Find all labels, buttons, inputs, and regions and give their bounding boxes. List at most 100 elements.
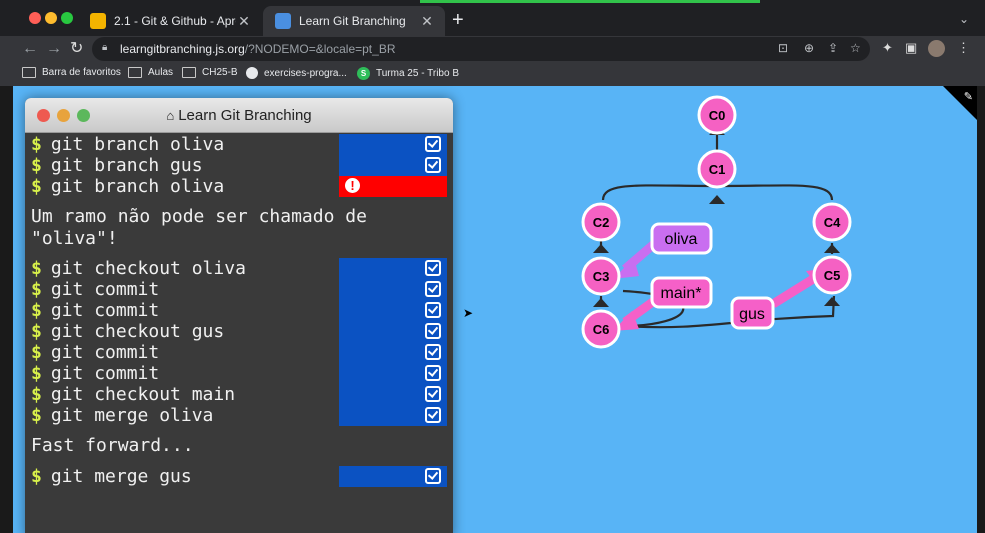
bookmark-exercises[interactable]: exercises-progra... bbox=[246, 67, 347, 79]
chevron-down-icon[interactable]: ⌄ bbox=[959, 12, 969, 26]
back-icon[interactable]: ← bbox=[22, 39, 38, 59]
command-line: $ git commit bbox=[31, 342, 160, 363]
status-ok bbox=[339, 155, 447, 176]
command-line: $ git commit bbox=[31, 363, 160, 384]
new-tab-button[interactable]: + bbox=[452, 10, 464, 30]
tab-strip: 2.1 - Git & Github - Apresentaç ✕ Learn … bbox=[0, 0, 985, 36]
status-ok bbox=[339, 405, 447, 426]
status-ok bbox=[339, 342, 447, 363]
status-ok bbox=[339, 363, 447, 384]
status-ok bbox=[339, 466, 447, 487]
command-line: $ git branch oliva bbox=[31, 176, 225, 197]
error-message: Um ramo não pode ser chamado de bbox=[31, 206, 367, 227]
page-content: ✎ C0 C1 C2 C3 C6 C4 C5 oliva main* gus ⌂… bbox=[13, 86, 977, 533]
node-label: C5 bbox=[824, 268, 841, 283]
node-label: C1 bbox=[709, 162, 726, 177]
branch-arrow-gus bbox=[770, 272, 821, 308]
tab-apresentacao[interactable]: 2.1 - Git & Github - Apresentaç ✕ bbox=[78, 6, 262, 36]
translate-icon[interactable]: ⊡ bbox=[778, 41, 788, 55]
branch-labels: oliva main* gus bbox=[650, 222, 775, 330]
status-ok bbox=[339, 134, 447, 155]
node-label: C6 bbox=[593, 322, 610, 337]
reload-icon[interactable]: ↻ bbox=[70, 39, 83, 59]
command-line: $ git branch oliva bbox=[31, 134, 225, 155]
branch-name-gus: gus bbox=[739, 306, 765, 323]
close-tab-icon[interactable]: ✕ bbox=[236, 13, 252, 30]
status-error: ! bbox=[339, 176, 447, 197]
command-line: $ git merge gus bbox=[31, 466, 192, 487]
extensions-icon[interactable]: ✦ bbox=[882, 40, 893, 56]
check-icon bbox=[425, 468, 441, 484]
url-text[interactable]: learngitbranching.js.org/?NODEMO=&locale… bbox=[120, 42, 395, 56]
folder-icon bbox=[22, 67, 36, 78]
arrowhead bbox=[593, 244, 609, 253]
command-line: $ git branch gus bbox=[31, 155, 203, 176]
home-icon: ⌂ bbox=[166, 108, 175, 123]
node-label: C4 bbox=[824, 215, 841, 230]
minimize-window-button[interactable] bbox=[45, 12, 57, 24]
address-bar[interactable]: 🔒︎ learngitbranching.js.org/?NODEMO=&loc… bbox=[92, 37, 870, 61]
browser-toolbar: ← → ↻ 🔒︎ learngitbranching.js.org/?NODEM… bbox=[0, 36, 985, 62]
lock-icon[interactable]: 🔒︎ bbox=[102, 42, 107, 53]
folder-icon bbox=[182, 67, 196, 78]
command-line: $ git checkout main bbox=[31, 384, 236, 405]
arrowhead bbox=[824, 244, 840, 253]
bookmark-turma[interactable]: S Turma 25 - Tribo B bbox=[357, 67, 459, 80]
close-tab-icon[interactable]: ✕ bbox=[419, 13, 435, 30]
error-message: "oliva"! bbox=[31, 228, 118, 249]
bookmark-ch25b[interactable]: CH25-B bbox=[182, 67, 238, 78]
check-icon bbox=[425, 407, 441, 423]
check-icon bbox=[425, 323, 441, 339]
check-icon bbox=[425, 281, 441, 297]
slides-icon bbox=[90, 13, 106, 29]
share-icon[interactable]: ⇪ bbox=[828, 41, 838, 55]
terminal-titlebar: ⌂ Learn Git Branching bbox=[25, 98, 453, 133]
info-message: Fast forward... bbox=[31, 435, 194, 456]
check-icon bbox=[425, 344, 441, 360]
status-ok bbox=[339, 258, 447, 279]
status-ok bbox=[339, 321, 447, 342]
bookmark-favoritos[interactable]: Barra de favoritos bbox=[22, 67, 121, 78]
command-line: $ git checkout gus bbox=[31, 321, 225, 342]
loading-bar bbox=[420, 0, 760, 3]
tab-learn-git-branching[interactable]: Learn Git Branching ✕ bbox=[263, 6, 445, 36]
avatar[interactable] bbox=[928, 40, 945, 57]
check-icon bbox=[425, 302, 441, 318]
side-panel-icon[interactable]: ▣ bbox=[905, 40, 917, 56]
bookmark-aulas[interactable]: Aulas bbox=[128, 67, 173, 78]
arrowhead bbox=[709, 195, 725, 204]
bookmarks-bar: Barra de favoritos Aulas CH25-B exercise… bbox=[0, 62, 985, 87]
branch-name-main: main* bbox=[661, 285, 702, 302]
branch-name-oliva: oliva bbox=[665, 231, 698, 248]
mouse-cursor-icon: ➤ bbox=[463, 306, 474, 320]
arrowhead bbox=[824, 297, 840, 306]
tab-title: Learn Git Branching bbox=[299, 14, 406, 28]
folder-icon bbox=[128, 67, 142, 78]
node-label: C3 bbox=[593, 269, 610, 284]
check-icon bbox=[425, 157, 441, 173]
left-gutter bbox=[0, 86, 13, 533]
forward-icon[interactable]: → bbox=[46, 39, 62, 59]
arrowhead bbox=[593, 298, 609, 307]
terminal-title: ⌂ Learn Git Branching bbox=[166, 107, 312, 124]
check-icon bbox=[425, 260, 441, 276]
github-icon bbox=[246, 67, 258, 79]
maximize-window-button[interactable] bbox=[61, 12, 73, 24]
close-window-button[interactable] bbox=[29, 12, 41, 24]
check-icon bbox=[425, 386, 441, 402]
zoom-icon[interactable]: ⊕ bbox=[804, 41, 814, 55]
status-ok bbox=[339, 300, 447, 321]
git-branching-icon bbox=[275, 13, 291, 29]
edge-c4-c1 bbox=[716, 184, 834, 201]
check-icon bbox=[425, 136, 441, 152]
bookmark-star-icon[interactable]: ☆ bbox=[850, 41, 861, 55]
terminal-window: ⌂ Learn Git Branching $ git branch oliva $… bbox=[25, 98, 453, 533]
node-label: C0 bbox=[709, 108, 726, 123]
command-line: $ git commit bbox=[31, 279, 160, 300]
status-ok bbox=[339, 384, 447, 405]
site-icon: S bbox=[357, 67, 370, 80]
command-line: $ git commit bbox=[31, 300, 160, 321]
status-ok bbox=[339, 279, 447, 300]
check-icon bbox=[425, 365, 441, 381]
menu-icon[interactable]: ⋮ bbox=[957, 40, 970, 56]
